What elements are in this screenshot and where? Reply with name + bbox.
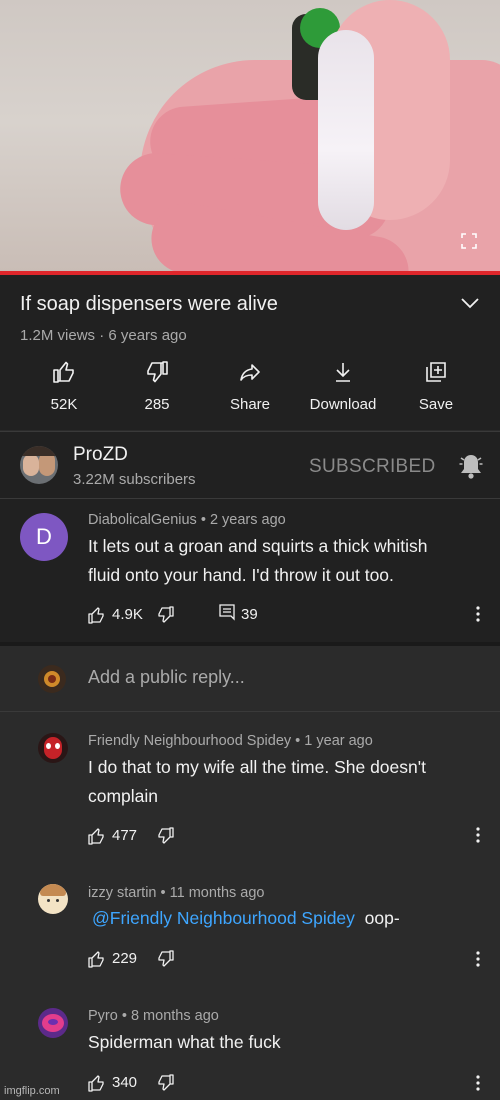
download-button[interactable]: Download: [298, 360, 388, 413]
reply-author[interactable]: izzy startin: [88, 885, 157, 901]
comment-author[interactable]: DiabolicalGenius: [88, 512, 197, 528]
action-bar: 52K 285 Share Download Save: [0, 360, 500, 420]
reply-text: @Friendly Neighbourhood Spidey oop-: [92, 904, 400, 933]
dislike-button[interactable]: 285: [112, 360, 202, 413]
reply-text-line: I do that to my wife all the time. She d…: [88, 757, 426, 777]
thumbs-up-icon[interactable]: [88, 1074, 106, 1092]
section-separator: [0, 642, 500, 646]
avatar-detail: [40, 884, 66, 896]
comment-text: It lets out a groan and squirts a thick …: [88, 532, 427, 590]
reply-author-line: Pyro • 8 months ago: [88, 1008, 219, 1024]
share-label: Share: [229, 396, 271, 413]
reply-time: 11 months ago: [169, 885, 265, 901]
video-title: If soap dispensers were alive: [20, 293, 278, 315]
reply-avatar[interactable]: [38, 884, 68, 914]
reply-text: Spiderman what the fuck: [88, 1032, 281, 1052]
avatar-detail: [48, 1019, 58, 1025]
reply-count[interactable]: 39: [241, 606, 258, 623]
subscribe-button[interactable]: SUBSCRIBED: [309, 456, 436, 478]
thumbs-down-icon[interactable]: [156, 950, 174, 968]
reply-like-count: 477: [112, 827, 138, 844]
comment-text-line: fluid onto your hand. I'd throw it out t…: [88, 565, 394, 585]
reply-author[interactable]: Pyro: [88, 1008, 118, 1024]
divider: [0, 711, 500, 712]
thumbs-up-icon[interactable]: [88, 950, 106, 968]
avatar-detail: [55, 743, 60, 749]
thumbs-up-icon[interactable]: [88, 606, 106, 624]
avatar-face: [23, 454, 39, 476]
replies-icon[interactable]: [218, 604, 236, 622]
like-count: 52K: [50, 396, 78, 413]
reply-author-line: Friendly Neighbourhood Spidey • 1 year a…: [88, 733, 373, 749]
subscriber-count: 3.22M subscribers: [73, 471, 196, 488]
thumbs-up-icon: [53, 361, 74, 383]
reply-text: I do that to my wife all the time. She d…: [88, 753, 426, 811]
comment-text-line: It lets out a groan and squirts a thick …: [88, 536, 428, 556]
channel-avatar[interactable]: [20, 446, 58, 484]
add-reply-input[interactable]: Add a public reply...: [88, 667, 245, 688]
share-icon: [240, 364, 260, 381]
avatar-detail: [47, 899, 50, 902]
avatar-detail: [56, 899, 59, 902]
save-label: Save: [418, 396, 454, 413]
share-button[interactable]: Share: [205, 360, 295, 413]
more-options-icon[interactable]: [476, 951, 480, 967]
reply-text-line: complain: [88, 786, 159, 806]
save-button[interactable]: Save: [391, 360, 481, 413]
watermark: imgflip.com: [4, 1085, 60, 1097]
reply-time: 8 months ago: [130, 1008, 219, 1024]
chevron-down-icon[interactable]: [460, 296, 480, 310]
more-options-icon[interactable]: [476, 1075, 480, 1091]
thumbs-down-icon[interactable]: [156, 606, 174, 624]
avatar-hair: [20, 446, 58, 456]
comment-like-count: 4.9K: [112, 606, 143, 623]
video-meta: 1.2M views · 6 years ago: [20, 327, 187, 344]
save-to-playlist-icon: [426, 362, 446, 382]
video-frame-soap: [318, 30, 374, 230]
comment-author-line: DiabolicalGenius • 2 years ago: [88, 512, 286, 528]
download-label: Download: [309, 396, 377, 413]
reply-text-content: oop-: [364, 908, 400, 928]
download-icon: [336, 363, 350, 382]
more-options-icon[interactable]: [476, 827, 480, 843]
comment-avatar[interactable]: D: [20, 513, 68, 561]
reply-avatar[interactable]: [38, 733, 68, 763]
reply-avatar[interactable]: [38, 1008, 68, 1038]
reply-author-line: izzy startin • 11 months ago: [88, 885, 265, 901]
notification-bell-icon[interactable]: [458, 452, 484, 480]
more-options-icon[interactable]: [476, 606, 480, 622]
thumbs-down-icon[interactable]: [156, 1074, 174, 1092]
reply-author[interactable]: Friendly Neighbourhood Spidey: [88, 733, 291, 749]
user-avatar: [38, 665, 66, 693]
reply-time: 1 year ago: [304, 733, 373, 749]
thumbs-down-icon: [147, 361, 168, 383]
mention-link[interactable]: @Friendly Neighbourhood Spidey: [92, 908, 355, 928]
avatar-detail: [48, 675, 56, 683]
comment-time: 2 years ago: [209, 512, 286, 528]
thumbs-down-icon[interactable]: [156, 827, 174, 845]
reply-like-count: 229: [112, 950, 138, 967]
dislike-count: 285: [144, 396, 170, 413]
like-button[interactable]: 52K: [19, 360, 109, 413]
reply-like-count: 340: [112, 1074, 138, 1091]
channel-name[interactable]: ProZD: [73, 444, 128, 466]
video-player[interactable]: [0, 0, 500, 272]
fullscreen-icon[interactable]: [461, 233, 477, 249]
thumbs-up-icon[interactable]: [88, 827, 106, 845]
avatar-detail: [46, 743, 51, 749]
